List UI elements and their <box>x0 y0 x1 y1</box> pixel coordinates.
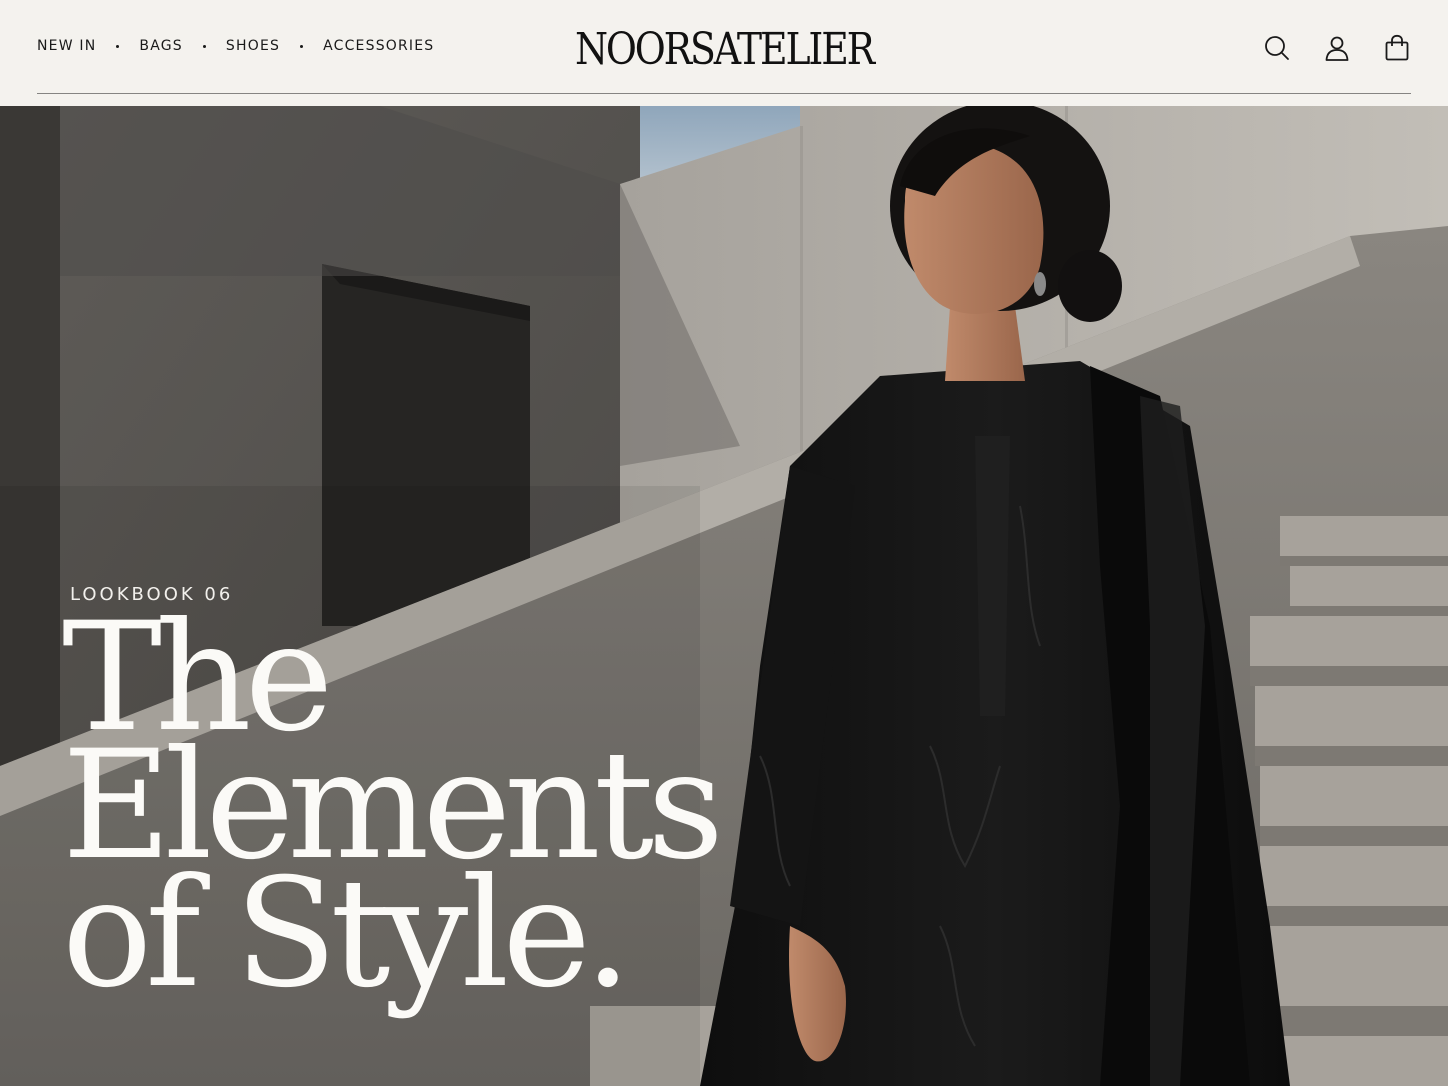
hero-banner[interactable]: LOOKBOOK 06 The Elements of Style. <box>0 106 1448 1086</box>
headline-line: of Style. <box>62 847 632 1021</box>
shopping-bag-icon[interactable] <box>1384 34 1410 62</box>
account-icon[interactable] <box>1324 34 1350 62</box>
header-actions <box>1264 34 1410 62</box>
search-icon[interactable] <box>1264 34 1290 62</box>
hero-headline: The Elements of Style. <box>62 603 724 1021</box>
site-header: NEW IN BAGS SHOES ACCESSORIES NOORSATELI… <box>0 0 1448 106</box>
nav-item-new-in[interactable]: NEW IN <box>37 38 96 54</box>
header-divider <box>37 93 1411 94</box>
brand-logo[interactable]: NOORSATELIER <box>101 24 1346 75</box>
